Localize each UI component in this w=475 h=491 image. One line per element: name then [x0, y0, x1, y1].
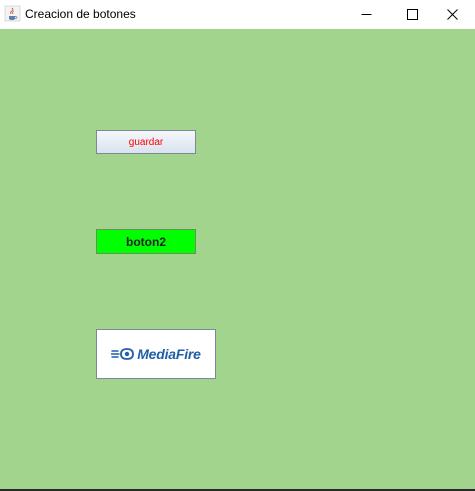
- mediafire-logo: MediaFire: [111, 346, 201, 362]
- boton2-button[interactable]: boton2: [96, 229, 196, 254]
- maximize-icon: [406, 9, 418, 20]
- mediafire-flame-icon: [111, 348, 135, 360]
- boton2-button-label: boton2: [126, 234, 166, 249]
- mediafire-button[interactable]: MediaFire: [96, 329, 216, 379]
- title-bar[interactable]: Creacion de botones: [0, 0, 475, 29]
- java-cup-icon: [4, 5, 21, 22]
- app-window: Creacion de botones guardar boton2 Media…: [0, 0, 475, 491]
- close-button[interactable]: [429, 0, 475, 29]
- window-title: Creacion de botones: [25, 7, 136, 21]
- content-panel: guardar boton2 MediaFire: [0, 29, 475, 489]
- minimize-button[interactable]: [343, 0, 389, 29]
- guardar-button[interactable]: guardar: [96, 130, 196, 154]
- minimize-icon: [361, 9, 372, 20]
- guardar-button-label: guardar: [128, 136, 164, 148]
- close-icon: [446, 9, 458, 20]
- mediafire-logo-text: MediaFire: [137, 346, 201, 362]
